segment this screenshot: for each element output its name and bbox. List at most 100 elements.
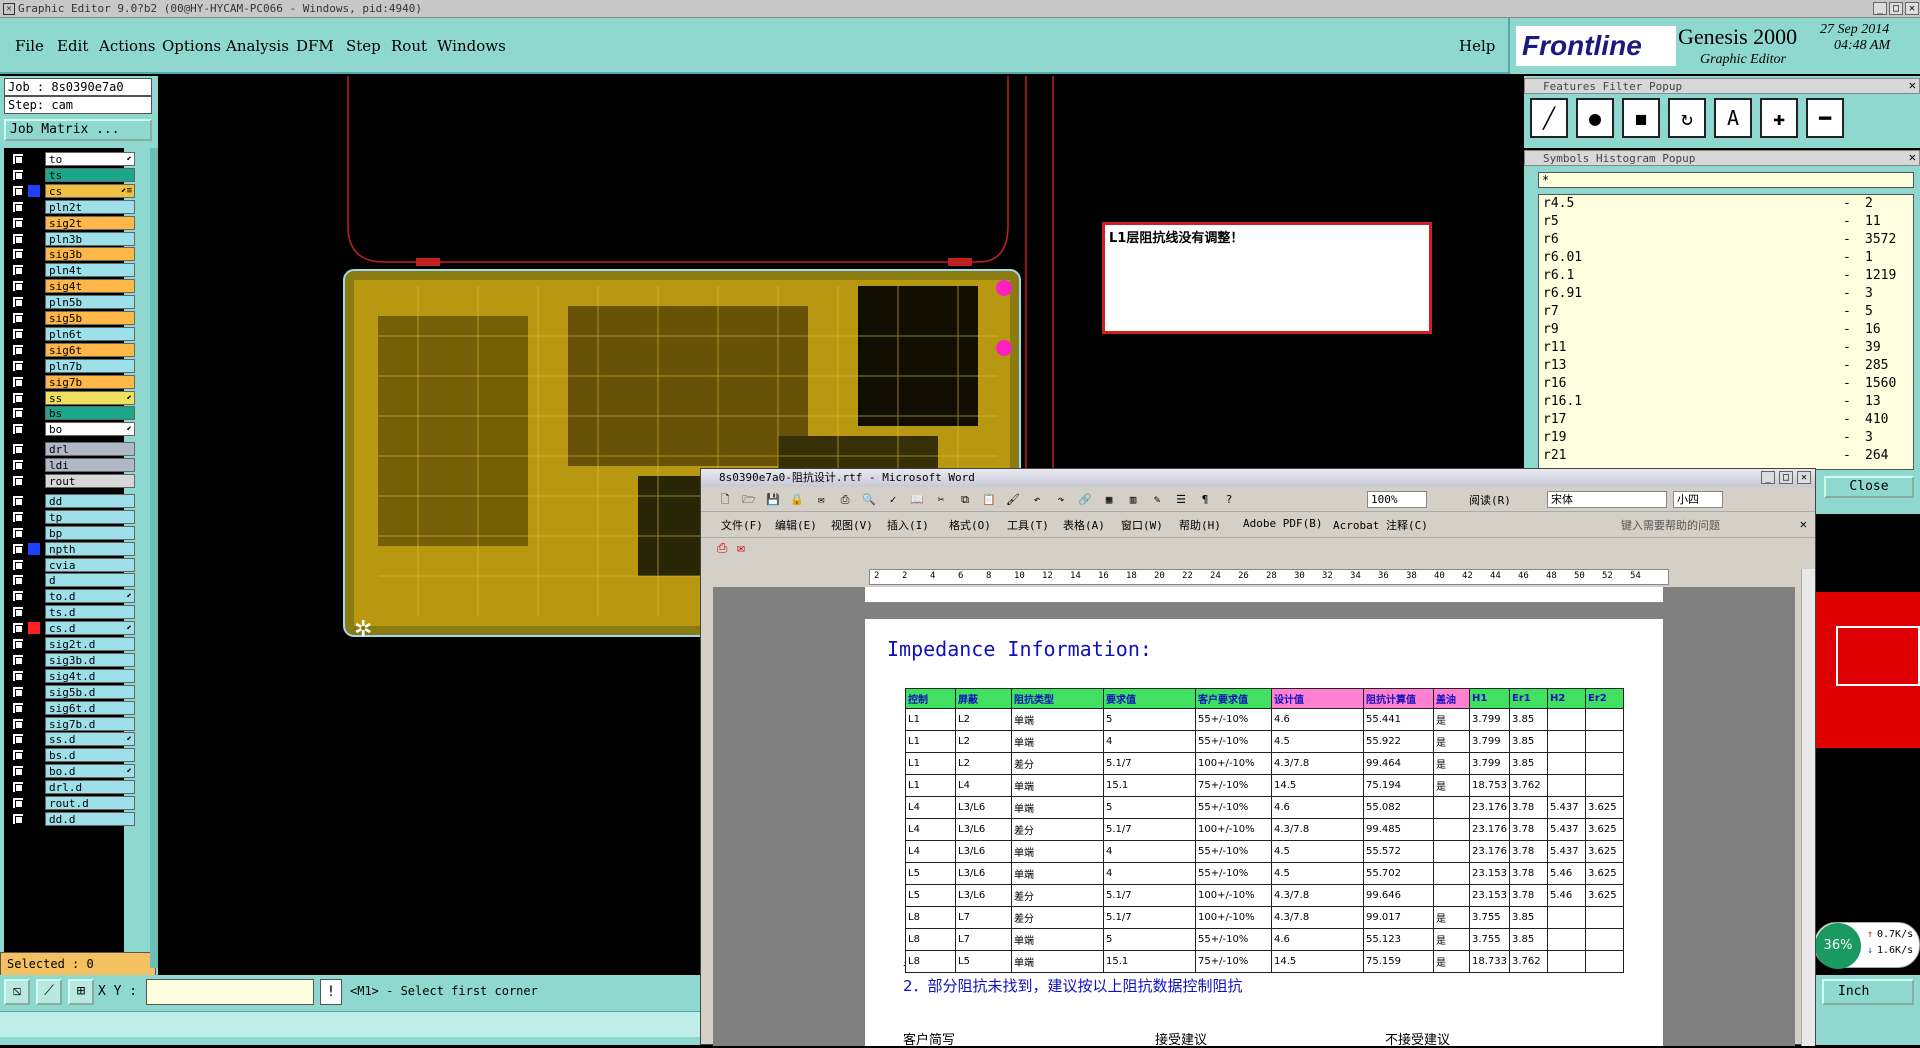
permission-icon[interactable]: 🔒 — [789, 492, 805, 508]
layer-name[interactable]: sig5b — [45, 311, 135, 325]
layer-name[interactable]: bs.d — [45, 748, 135, 763]
histogram-filter-input[interactable]: * — [1538, 172, 1914, 188]
histogram-row[interactable]: r9 -16 — [1543, 321, 1909, 339]
layer-name[interactable]: sig5b.d — [45, 684, 135, 699]
layer-checkbox[interactable] — [12, 296, 24, 309]
hyperlink-icon[interactable]: 🔗 — [1077, 492, 1093, 508]
layer-checkbox[interactable] — [12, 359, 24, 372]
layer-checkbox[interactable] — [12, 717, 24, 730]
menu-actions[interactable]: Actions — [99, 37, 155, 55]
measure-icon[interactable]: ⟋ — [36, 979, 62, 1005]
layer-checkbox[interactable] — [12, 168, 24, 181]
print-icon[interactable]: ⎙ — [837, 492, 853, 508]
histogram-row[interactable]: r16.1 -13 — [1543, 393, 1909, 411]
word-menu-item[interactable]: 插入(I) — [887, 517, 929, 533]
columns-icon[interactable]: ▥ — [1125, 492, 1141, 508]
layer-name[interactable]: sig2t.d — [45, 637, 135, 651]
layer-row-ldi[interactable]: ldi — [12, 458, 135, 473]
layer-row-rout[interactable]: rout — [12, 474, 135, 488]
layer-row-drl[interactable]: drl — [12, 442, 135, 457]
layer-name[interactable]: sig7b — [45, 374, 135, 389]
layer-name[interactable]: rout.d — [45, 796, 135, 810]
layer-name[interactable]: npth — [45, 541, 135, 556]
surface-icon[interactable]: ◼ — [1622, 98, 1660, 138]
layer-name[interactable]: pln4t — [45, 263, 135, 278]
layer-name[interactable]: sig4t — [45, 279, 135, 294]
layer-checkbox[interactable] — [12, 510, 24, 523]
menu-dfm[interactable]: DFM — [296, 37, 334, 55]
layer-name[interactable]: sig3b.d — [45, 652, 135, 667]
word-close-button[interactable]: ✕ — [1797, 471, 1811, 484]
help-search-input[interactable]: 键入需要帮助的问题 — [1621, 517, 1720, 533]
undo-icon[interactable]: ↶ — [1029, 492, 1045, 508]
font-select[interactable]: 宋体 — [1547, 491, 1667, 508]
word-scrollbar[interactable] — [1801, 569, 1815, 1046]
histogram-row[interactable]: r17 -410 — [1543, 411, 1909, 429]
word-menu-item[interactable]: 文件(F) — [721, 517, 763, 533]
layer-checkbox[interactable] — [12, 232, 24, 245]
layer-row-dd[interactable]: dd — [12, 493, 135, 508]
layer-row-bs-d[interactable]: bs.d — [12, 748, 135, 763]
layer-checkbox[interactable] — [12, 391, 24, 404]
histogram-row[interactable]: r7 -5 — [1543, 303, 1909, 321]
histogram-row[interactable]: r16 -1560 — [1543, 375, 1909, 393]
layer-checkbox[interactable] — [12, 526, 24, 539]
read-mode-button[interactable]: 阅读(R) — [1469, 492, 1511, 508]
layer-name[interactable]: pln2t — [45, 199, 135, 214]
paste-icon[interactable]: 📋 — [981, 492, 997, 508]
word-menu-item[interactable]: 工具(T) — [1007, 517, 1049, 533]
layer-row-ss[interactable]: ss ⬋ — [12, 390, 135, 405]
layer-checkbox[interactable] — [12, 733, 24, 746]
layer-row-bs[interactable]: bs — [12, 406, 135, 421]
layer-row-ts[interactable]: ts — [12, 167, 135, 182]
layer-row-sig6t-d[interactable]: sig6t.d — [12, 700, 135, 715]
arc-icon[interactable]: ↻ — [1668, 98, 1706, 138]
layer-checkbox[interactable] — [12, 590, 24, 603]
menu-rout[interactable]: Rout — [391, 37, 427, 55]
layer-row-pln4t[interactable]: pln4t — [12, 263, 135, 278]
format-painter-icon[interactable]: 🖌 — [1005, 492, 1021, 508]
histogram-row[interactable]: r6.01 -1 — [1543, 249, 1909, 267]
histogram-row[interactable]: r5 -11 — [1543, 213, 1909, 231]
word-maximize-button[interactable]: □ — [1779, 471, 1793, 484]
layer-row-sig4t[interactable]: sig4t — [12, 279, 135, 294]
layer-checkbox[interactable] — [12, 606, 24, 619]
doc-close-icon[interactable]: ✕ — [1800, 517, 1807, 531]
histogram-row[interactable]: r6.91 -3 — [1543, 285, 1909, 303]
new-icon[interactable]: 🗋 — [717, 492, 733, 508]
layer-row-cvia[interactable]: cvia — [12, 557, 135, 572]
layer-name[interactable]: sig2t — [45, 215, 135, 230]
layer-row-sig3b-d[interactable]: sig3b.d — [12, 652, 135, 667]
layer-row-rout-d[interactable]: rout.d — [12, 796, 135, 810]
layer-row-pln3b[interactable]: pln3b — [12, 231, 135, 246]
layer-name[interactable]: bs — [45, 406, 135, 421]
menu-options[interactable]: Options — [162, 37, 221, 55]
layer-name[interactable]: cs.d — [45, 621, 135, 636]
layer-checkbox[interactable] — [12, 423, 24, 436]
layer-name[interactable]: drl.d — [45, 780, 135, 795]
menu-windows[interactable]: Windows — [437, 37, 506, 55]
spell-icon[interactable]: ✓ — [885, 492, 901, 508]
layer-name[interactable]: sig3b — [45, 247, 135, 262]
menu-analysis[interactable]: Analysis — [226, 37, 289, 55]
pdf-mail-icon[interactable]: ✉ — [737, 541, 745, 556]
layer-row-d[interactable]: d — [12, 573, 135, 588]
docmap-icon[interactable]: ☰ — [1173, 492, 1189, 508]
histogram-row[interactable]: r6.1 -1219 — [1543, 267, 1909, 285]
layer-checkbox[interactable] — [12, 280, 24, 293]
layer-row-pln6t[interactable]: pln6t — [12, 326, 135, 341]
layer-checkbox[interactable] — [12, 216, 24, 229]
drawing-icon[interactable]: ✎ — [1149, 492, 1165, 508]
cut-icon[interactable]: ✂ — [933, 492, 949, 508]
layer-name[interactable]: dd.d — [45, 811, 135, 826]
layer-name[interactable]: to — [45, 152, 135, 166]
zoom-select[interactable]: 100% — [1367, 491, 1427, 508]
layer-name[interactable]: bo.d — [45, 764, 135, 779]
layer-name[interactable]: sig6t.d — [45, 700, 135, 715]
features-filter-close-icon[interactable]: ✕ — [1909, 78, 1916, 92]
menu-edit[interactable]: Edit — [57, 37, 88, 55]
layer-checkbox[interactable] — [12, 574, 24, 587]
layer-checkbox[interactable] — [12, 494, 24, 507]
layer-row-bo-d[interactable]: bo.d ⬋ — [12, 764, 135, 779]
layer-name[interactable]: sig4t.d — [45, 668, 135, 683]
